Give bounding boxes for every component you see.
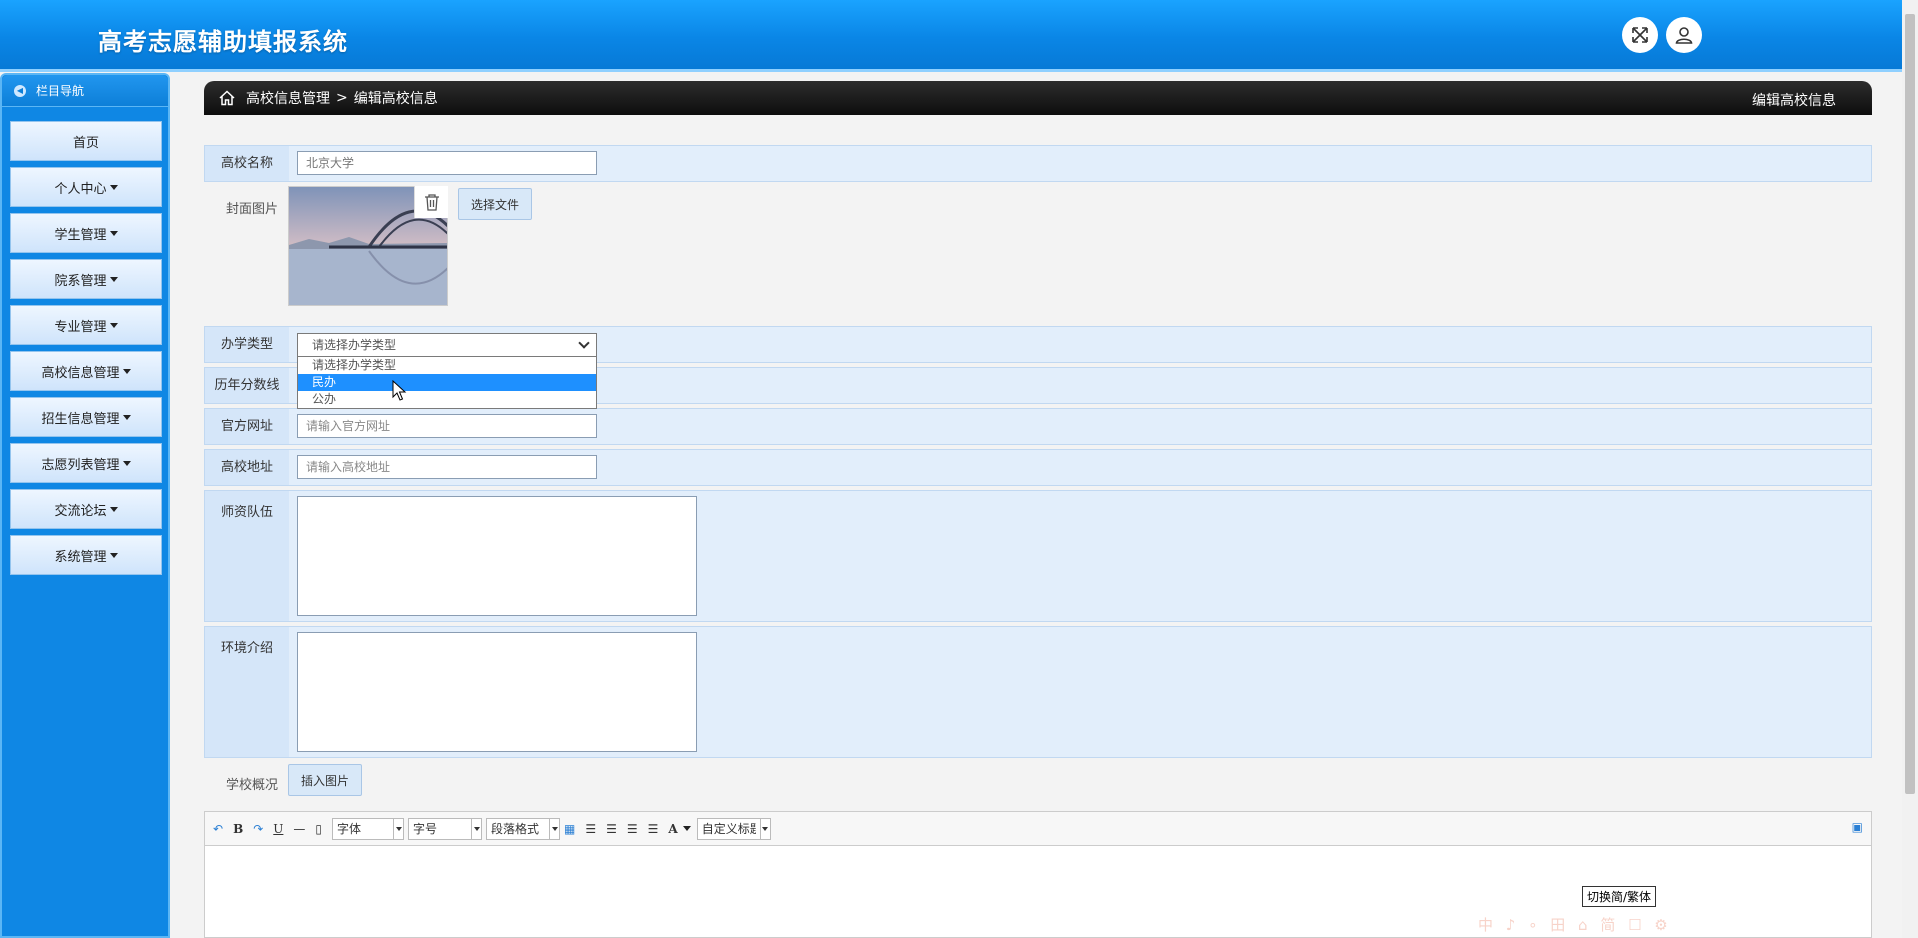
tooltip-simplified-traditional: 切换简/繁体 [1582, 886, 1657, 907]
chevron-down-icon [122, 414, 131, 420]
trash-icon [424, 194, 439, 211]
sidebar-heading-label: 栏目导航 [36, 84, 85, 98]
breadcrumb: 高校信息管理 > 编辑高校信息 编辑高校信息 [204, 81, 1872, 115]
chevron-down-icon [549, 817, 559, 840]
sidebar-item-applications[interactable]: 志愿列表管理 [10, 443, 162, 483]
type-option[interactable]: 公办 [298, 391, 596, 408]
sidebar-item-system[interactable]: 系统管理 [10, 535, 162, 575]
table-icon[interactable]: ▦ [564, 822, 575, 836]
mouse-cursor-icon [392, 380, 407, 401]
type-select-value: 请选择办学类型 [312, 338, 397, 352]
environment-textarea[interactable] [297, 632, 697, 752]
scrollbar-thumb[interactable] [1905, 14, 1915, 794]
form-row-address: 高校地址 请输入高校地址 [204, 449, 1872, 486]
page-title: 编辑高校信息 [1752, 93, 1836, 109]
vertical-scrollbar[interactable] [1902, 0, 1918, 938]
user-icon [1675, 27, 1693, 44]
underline-button[interactable]: U [273, 822, 283, 836]
name-input[interactable]: 北京大学 [297, 151, 597, 175]
sidebar-item-personal[interactable]: 个人中心 [10, 167, 162, 207]
editor-toolbar: ↶ B ↷ U — ▯ 字体 字号 段落格式 ▦ ☰ ☰ ☰ ☰ A 自定义标题… [205, 812, 1871, 846]
horizontal-rule-icon[interactable]: — [293, 822, 305, 836]
app-title: 高考志愿辅助填报系统 [98, 28, 348, 56]
environment-label: 环境介绍 [205, 627, 289, 757]
name-label: 高校名称 [205, 146, 289, 181]
breadcrumb-current: 编辑高校信息 [353, 91, 438, 107]
address-label: 高校地址 [205, 450, 289, 485]
sidebar-item-universities[interactable]: 高校信息管理 [10, 351, 162, 391]
paragraph-select[interactable]: 段落格式 [486, 817, 561, 840]
align-center-icon[interactable]: ☰ [627, 822, 638, 836]
font-family-select[interactable]: 字体 [332, 817, 405, 840]
chevron-down-icon[interactable] [682, 826, 691, 831]
collapse-icon[interactable]: ◀ [14, 84, 26, 97]
document-icon[interactable]: ▯ [315, 822, 322, 836]
form-row-faculty: 师资队伍 [204, 490, 1872, 622]
sidebar-heading: ◀ 栏目导航 [2, 75, 168, 107]
sidebar-item-students[interactable]: 学生管理 [10, 213, 162, 253]
align-left-icon[interactable]: ☰ [585, 822, 596, 836]
type-select[interactable]: 请选择办学类型 [297, 333, 597, 357]
website-label: 官方网址 [205, 409, 289, 444]
bold-button[interactable]: B [233, 822, 243, 836]
align-justify-icon[interactable]: ☰ [648, 822, 659, 836]
sidebar-item-departments[interactable]: 院系管理 [10, 259, 162, 299]
chevron-down-icon [109, 322, 118, 328]
font-size-select[interactable]: 字号 [408, 817, 483, 840]
sidebar-item-forum[interactable]: 交流论坛 [10, 489, 162, 529]
insert-image-button[interactable]: 插入图片 [288, 764, 362, 796]
sidebar-item-home[interactable]: 首页 [10, 121, 162, 161]
top-header: 高考志愿辅助填报系统 [0, 0, 1902, 72]
delete-image-button[interactable] [414, 186, 448, 218]
user-button[interactable] [1666, 17, 1702, 53]
form-row-website: 官方网址 请输入官方网址 [204, 408, 1872, 445]
ime-toolbar-watermark: 中 ♪ ∘ 田 ⌂ 简 ☐ ⚙ [1478, 916, 1672, 934]
faculty-textarea[interactable] [297, 496, 697, 616]
chevron-down-icon [122, 368, 131, 374]
website-input[interactable]: 请输入官方网址 [297, 414, 597, 438]
chevron-down-icon [109, 230, 118, 236]
cover-label: 封面图片 [226, 202, 279, 217]
undo-icon[interactable]: ↶ [213, 822, 223, 836]
align-right-icon[interactable]: ☰ [606, 822, 617, 836]
font-color-button[interactable]: A [668, 822, 677, 836]
choose-file-button[interactable]: 选择文件 [458, 188, 532, 220]
sidebar-item-admissions[interactable]: 招生信息管理 [10, 397, 162, 437]
home-icon[interactable] [218, 89, 236, 107]
chevron-down-icon [578, 337, 590, 349]
sidebar: ◀ 栏目导航 首页 个人中心 学生管理 院系管理 专业管理 高校信息管理 招生信… [0, 73, 170, 938]
faculty-label: 师资队伍 [205, 491, 289, 621]
chevron-down-icon [109, 276, 118, 282]
type-dropdown-list[interactable]: 请选择办学类型 民办 公办 [297, 356, 597, 409]
sidebar-item-majors[interactable]: 专业管理 [10, 305, 162, 345]
fullscreen-icon [1632, 27, 1648, 43]
custom-title-select[interactable]: 自定义标题 [696, 817, 771, 840]
breadcrumb-parent[interactable]: 高校信息管理 [246, 88, 330, 108]
breadcrumb-separator: > [336, 90, 348, 106]
chevron-down-icon [471, 817, 481, 840]
chevron-down-icon [393, 817, 403, 840]
fullscreen-editor-icon[interactable]: ▣ [1852, 820, 1863, 834]
type-option[interactable]: 请选择办学类型 [298, 357, 596, 374]
form-row-name: 高校名称 北京大学 [204, 145, 1872, 182]
chevron-down-icon [759, 817, 770, 840]
type-label: 办学类型 [205, 327, 289, 362]
chevron-down-icon [109, 506, 118, 512]
chevron-down-icon [122, 460, 131, 466]
redo-icon[interactable]: ↷ [253, 822, 263, 836]
scores-label: 历年分数线 [205, 368, 289, 403]
chevron-down-icon [109, 552, 118, 558]
overview-label: 学校概况 [226, 778, 279, 793]
type-option-highlighted[interactable]: 民办 [298, 374, 596, 391]
form-row-environment: 环境介绍 [204, 626, 1872, 758]
address-input[interactable]: 请输入高校地址 [297, 455, 597, 479]
fullscreen-button[interactable] [1622, 17, 1658, 53]
chevron-down-icon [109, 184, 118, 190]
